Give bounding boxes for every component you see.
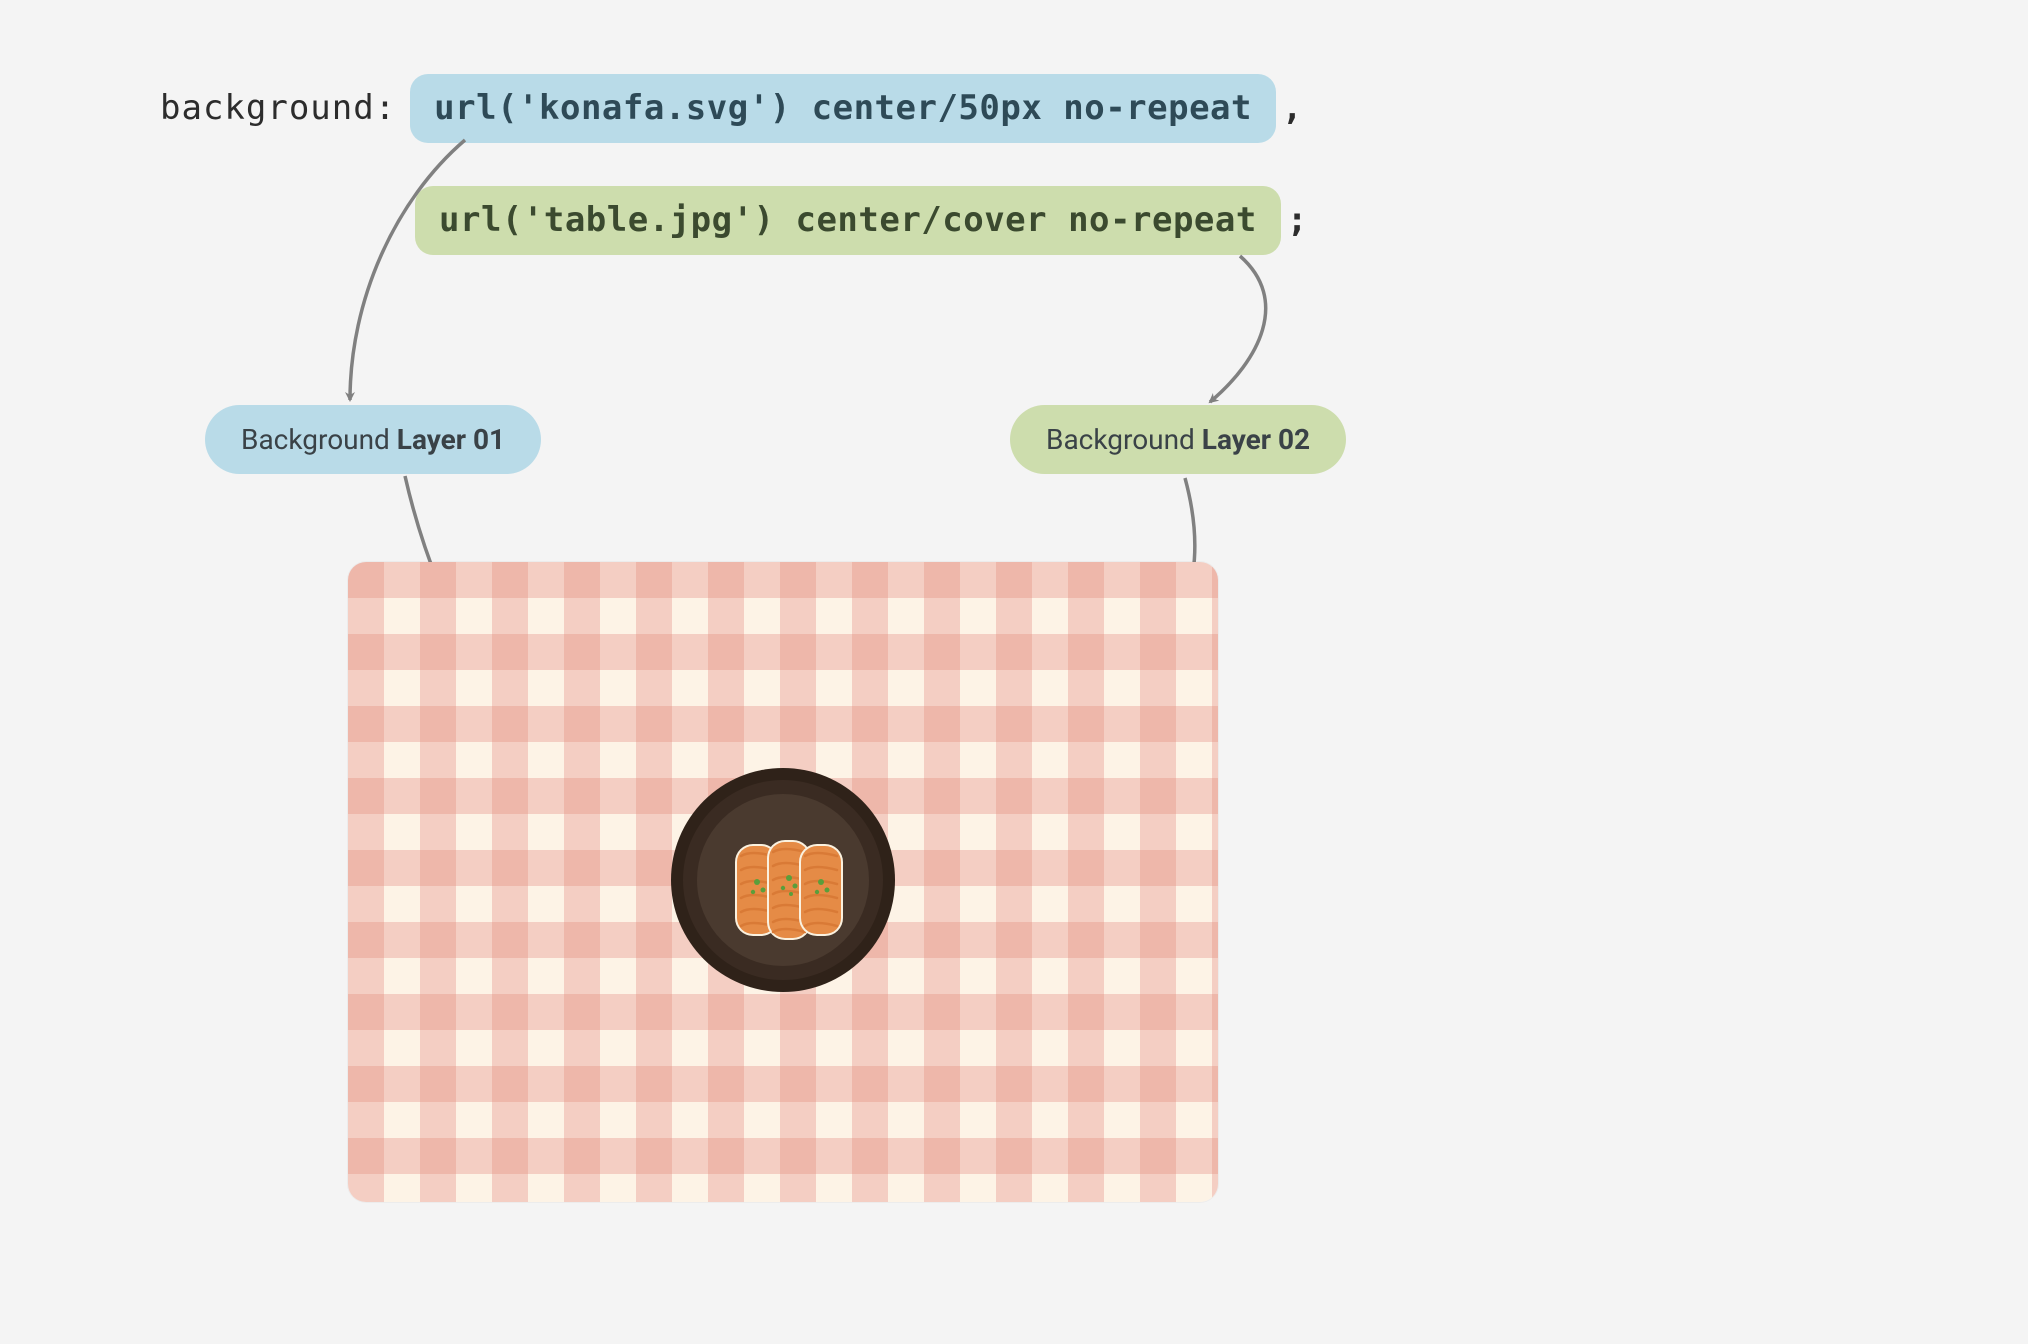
result-preview [348, 562, 1218, 1202]
konafa-icon [663, 760, 903, 1000]
diagram-stage: background: url('konafa.svg') center/50p… [0, 0, 2028, 1344]
plate-with-konafa [663, 760, 903, 1004]
